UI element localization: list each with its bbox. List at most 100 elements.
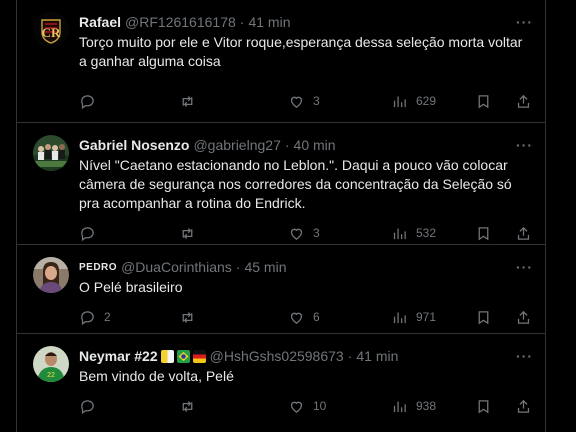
more-options-button[interactable]: ···: [516, 259, 533, 275]
handle[interactable]: @HshGshs02598673: [210, 348, 344, 364]
views-button[interactable]: 629: [391, 91, 436, 111]
team-photo-avatar: [33, 135, 69, 171]
reply-button[interactable]: [79, 223, 104, 243]
reply-icon: [81, 310, 94, 325]
action-bar: 10 938: [79, 396, 532, 432]
view-count: 971: [416, 310, 437, 324]
share-icon: [517, 310, 530, 324]
like-button[interactable]: 3: [288, 223, 320, 243]
avatar[interactable]: 22: [33, 346, 69, 382]
view-count: 532: [416, 226, 437, 240]
timeline-feed: CR Rafael @RF1261616178 · 41 min ··· Tor…: [16, 0, 546, 432]
retweet-icon: [182, 400, 193, 412]
retweet-icon: [182, 95, 193, 107]
handle[interactable]: @gabrielng27: [193, 137, 280, 153]
flamengo-crest-icon: CR: [33, 12, 69, 48]
tweet[interactable]: 22 Neymar #22 @HshGshs02598673 · 41 min …: [17, 334, 545, 432]
like-button[interactable]: 6: [288, 307, 320, 327]
views-button[interactable]: 938: [391, 396, 436, 416]
more-options-button[interactable]: ···: [516, 14, 533, 30]
retweet-icon: [182, 227, 193, 239]
reply-button[interactable]: [79, 396, 104, 416]
more-options-button[interactable]: ···: [516, 348, 533, 364]
display-name[interactable]: Neymar #22: [79, 348, 158, 364]
share-icon: [517, 94, 530, 108]
more-options-button[interactable]: ···: [516, 137, 533, 153]
timestamp[interactable]: 40 min: [294, 137, 336, 153]
views-button[interactable]: 971: [391, 307, 436, 327]
like-count: 3: [313, 94, 320, 108]
like-count: 6: [313, 310, 320, 324]
timestamp[interactable]: 41 min: [248, 14, 290, 30]
timestamp[interactable]: 41 min: [356, 348, 398, 364]
bookmark-button[interactable]: [475, 396, 492, 416]
separator: ·: [235, 259, 241, 275]
handle[interactable]: @DuaCorinthians: [121, 259, 232, 275]
tweet-header: PEDRO @DuaCorinthians · 45 min: [79, 257, 529, 277]
reply-icon: [81, 226, 94, 241]
reply-icon: [81, 399, 94, 414]
tweet-header: Gabriel Nosenzo @gabrielng27 · 40 min: [79, 135, 529, 155]
separator: ·: [239, 14, 245, 30]
views-icon: [393, 312, 406, 323]
separator: ·: [284, 137, 290, 153]
tweet-text: Nível "Caetano estacionando no Leblon.".…: [79, 157, 512, 211]
like-count: 10: [313, 399, 327, 413]
brazil-flag-icon: [176, 349, 190, 363]
retweet-button[interactable]: [179, 396, 204, 416]
retweet-button[interactable]: [179, 307, 204, 327]
bookmark-icon: [478, 399, 489, 413]
reply-button[interactable]: [79, 91, 104, 111]
bookmark-icon: [478, 226, 489, 240]
vatican-flag-icon: [160, 349, 174, 363]
share-button[interactable]: [515, 307, 532, 327]
views-icon: [393, 96, 406, 107]
display-name[interactable]: PEDRO: [79, 262, 117, 273]
like-button[interactable]: 10: [288, 396, 326, 416]
tweet[interactable]: Gabriel Nosenzo @gabrielng27 · 40 min ··…: [17, 123, 545, 245]
reply-icon: [81, 94, 94, 109]
display-name[interactable]: Rafael: [79, 14, 121, 30]
timestamp[interactable]: 45 min: [244, 259, 286, 275]
views-icon: [393, 228, 406, 239]
reply-button[interactable]: 2: [79, 307, 111, 327]
tweet-text: Bem vindo de volta, Pelé: [79, 368, 234, 384]
view-count: 938: [416, 399, 437, 413]
bookmark-button[interactable]: [475, 307, 492, 327]
share-icon: [517, 399, 530, 413]
tweet-header: Neymar #22 @HshGshs02598673 · 41 min: [79, 346, 529, 366]
heart-icon: [290, 228, 303, 240]
like-button[interactable]: 3: [288, 91, 320, 111]
tweet[interactable]: CR Rafael @RF1261616178 · 41 min ··· Tor…: [17, 0, 545, 123]
svg-text:CR: CR: [42, 25, 61, 40]
views-button[interactable]: 532: [391, 223, 436, 243]
bookmark-button[interactable]: [475, 223, 492, 243]
avatar[interactable]: [33, 257, 69, 293]
bookmark-icon: [478, 310, 489, 324]
player-avatar: 22: [33, 346, 69, 382]
share-button[interactable]: [515, 223, 532, 243]
action-bar: 3 629: [79, 91, 532, 127]
retweet-icon: [182, 311, 193, 323]
tweet-header: Rafael @RF1261616178 · 41 min: [79, 12, 529, 32]
heart-icon: [290, 401, 303, 413]
heart-icon: [290, 96, 303, 108]
bookmark-button[interactable]: [475, 91, 492, 111]
retweet-button[interactable]: [179, 91, 204, 111]
views-icon: [393, 401, 406, 412]
share-button[interactable]: [515, 396, 532, 416]
avatar[interactable]: [33, 135, 69, 171]
heart-icon: [290, 312, 303, 324]
person-avatar: [33, 257, 69, 293]
reply-count: 2: [104, 310, 111, 324]
share-button[interactable]: [515, 91, 532, 111]
display-name[interactable]: Gabriel Nosenzo: [79, 137, 189, 153]
avatar[interactable]: CR: [33, 12, 69, 48]
retweet-button[interactable]: [179, 223, 204, 243]
share-icon: [517, 226, 530, 240]
handle[interactable]: @RF1261616178: [125, 14, 236, 30]
svg-text:22: 22: [47, 372, 55, 379]
bookmark-icon: [478, 94, 489, 108]
tweet[interactable]: PEDRO @DuaCorinthians · 45 min ··· O Pel…: [17, 245, 545, 334]
germany-flag-icon: [192, 349, 206, 363]
